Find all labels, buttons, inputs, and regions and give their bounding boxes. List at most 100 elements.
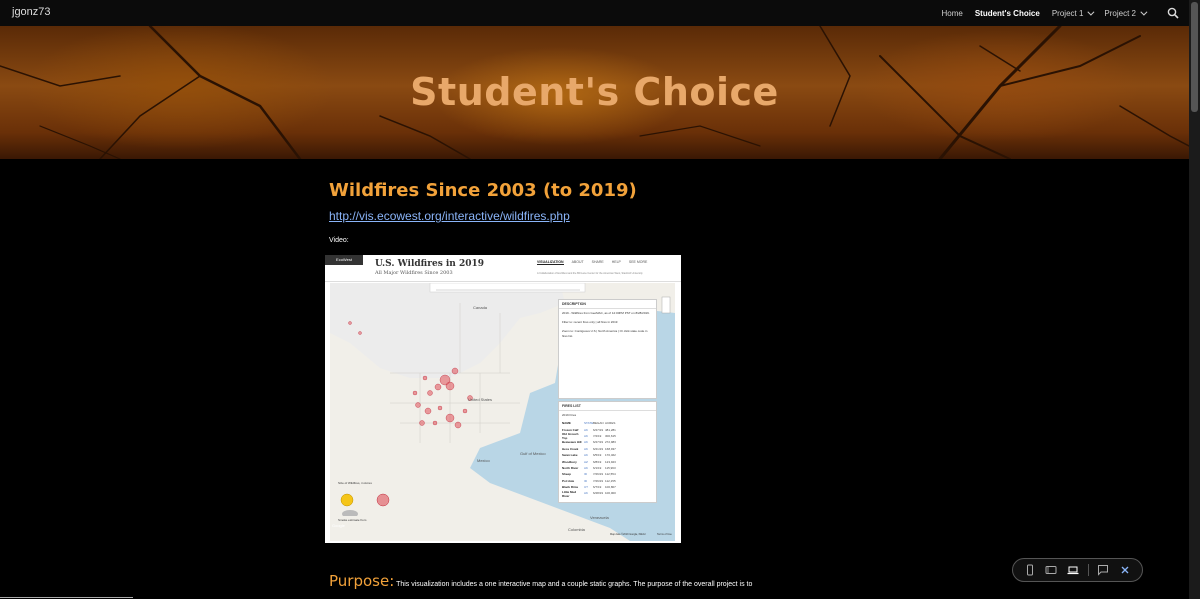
nav-item-home[interactable]: Home <box>935 9 968 18</box>
fire-state: AK <box>584 446 589 451</box>
purpose-label: Purpose: <box>329 572 395 590</box>
fire-acres: 115,963 <box>605 465 616 470</box>
fire-began: 7/26/19 <box>593 478 604 483</box>
video-title: U.S. Wildfires in 2019 <box>375 259 485 269</box>
purpose-text: This visualization includes a one intera… <box>394 581 753 588</box>
comment-icon[interactable] <box>1096 563 1110 577</box>
chevron-down-icon[interactable] <box>1140 8 1148 16</box>
fire-state: AK <box>584 427 589 432</box>
nav-item-label: Student's Choice <box>974 8 1040 18</box>
page-scrollbar[interactable] <box>1189 0 1200 599</box>
column-header-state: STATE <box>584 421 594 426</box>
laptop-icon[interactable] <box>1066 563 1080 577</box>
terms-link[interactable]: Terms of Use <box>657 533 672 536</box>
fire-name: Black Rims <box>562 485 579 490</box>
fires-list-header: 2019 Fires <box>562 413 577 417</box>
source-link[interactable]: http://vis.ecowest.org/interactive/wildf… <box>329 209 769 223</box>
fire-name: Woodbury <box>562 459 577 464</box>
fire-acres: 100,807 <box>605 485 616 490</box>
fires-table-body: Frozen Calf AK 6/27/19 481,281 Old Grouch To… <box>559 426 656 498</box>
fire-acres: 112,554 <box>605 472 616 477</box>
page-title: Student's Choice <box>410 70 779 114</box>
fire-acres: 123,923 <box>605 459 616 464</box>
fire-name: Frozen Calf <box>562 427 579 432</box>
zoom-text[interactable]: Zoom to: Contiguous U.S | North America … <box>559 327 656 341</box>
fire-name: Little Mud River <box>562 489 577 498</box>
fire-began: 6/21/19 <box>593 446 604 451</box>
wildfire-map[interactable]: Canada United States Mexico Gulf of Mexi… <box>330 282 675 541</box>
fire-acres: 170,462 <box>605 453 616 458</box>
fire-state: ID <box>584 478 587 483</box>
preview-toolbar <box>1012 558 1143 582</box>
close-icon[interactable] <box>1118 563 1132 577</box>
fire-acres: 168,937 <box>605 446 616 451</box>
nav-item-project-1[interactable]: Project 1 <box>1046 8 1099 18</box>
fire-state: AK <box>584 491 589 496</box>
fire-name: Swan Lake <box>562 453 578 458</box>
map-label-venezuela: Venezuela <box>590 515 609 520</box>
fires-list-title: FIRES LIST <box>559 402 656 411</box>
map-label-gulf-of-mexico: Gulf of Mexico <box>520 451 546 456</box>
map-legend: Size of Wildfires, in Acres Smoke estima… <box>338 481 408 523</box>
video-header: EcoWest U.S. Wildfires in 2019 All Major… <box>325 255 681 282</box>
nav-item-students-choice[interactable]: Student's Choice <box>969 9 1046 18</box>
fire-acres: 272,983 <box>605 440 616 445</box>
tab-help[interactable]: HELP <box>612 260 621 265</box>
map-label-united-states: United States <box>468 397 493 402</box>
search-icon[interactable] <box>1167 7 1179 19</box>
fire-state: AZ <box>584 459 588 464</box>
nav-menu: Home Student's Choice Project 1 Project … <box>935 0 1151 26</box>
scroll-thumb[interactable] <box>1191 2 1198 112</box>
fire-acres: 100,000 <box>605 491 616 496</box>
video-tabs: VISUALIZATION ABOUT SHARE HELP SEE MORE <box>537 260 647 265</box>
nav-item-label: Home <box>941 8 963 18</box>
fire-name: Old Grouch Top <box>562 431 579 440</box>
fire-began: 6/1/19 <box>593 465 602 470</box>
video-label: Video: <box>329 237 349 244</box>
map-footer: Map data ©2019 Google, INEGI <box>610 533 646 536</box>
section-heading: Wildfires Since 2003 (to 2019) <box>329 180 637 201</box>
chevron-down-icon[interactable] <box>1087 8 1095 16</box>
fire-state: AK <box>584 453 589 458</box>
filter-text[interactable]: Filter to: recent fires only | all fires… <box>559 318 656 327</box>
legend-note: Smoke estimate from <box>338 518 367 522</box>
fire-acres: 300,615 <box>605 433 616 438</box>
tab-share[interactable]: SHARE <box>592 260 604 265</box>
fire-name: Sheep <box>562 472 572 477</box>
top-nav: jgonz73 Home Student's Choice Project 1 … <box>0 0 1189 26</box>
tab-about[interactable]: ABOUT <box>572 260 584 265</box>
map-label-colombia: Colombia <box>568 527 585 532</box>
ecowest-logo: EcoWest <box>325 255 363 265</box>
fire-began: 6/27/19 <box>593 427 604 432</box>
description-panel: DESCRIPTION 2019 - Wildfires from GeoMAC… <box>558 299 657 399</box>
phone-icon[interactable] <box>1023 563 1037 577</box>
fire-began: 6/7/19 <box>593 485 602 490</box>
table-row[interactable]: Little Mud River AK 6/28/19 100,000 <box>559 489 656 498</box>
map-label-canada: Canada <box>473 305 488 310</box>
nav-item-project-2[interactable]: Project 2 <box>1098 8 1151 18</box>
tab-see-more[interactable]: SEE MORE <box>629 260 647 265</box>
map-label-mexico: Mexico <box>477 458 490 463</box>
fire-name: Beaveaux Hill <box>562 440 582 445</box>
video-subtitle: All Major Wildfires Since 2003 <box>375 270 453 276</box>
fire-state: UT <box>584 485 588 490</box>
legend-circles-graphic <box>340 493 390 518</box>
nav-item-label: Project 1 <box>1051 8 1084 18</box>
purpose-paragraph: Purpose: This visualization includes a o… <box>329 572 769 591</box>
fire-began: 6/5/19 <box>593 453 602 458</box>
fire-acres: 112,155 <box>605 478 616 483</box>
fire-state: AK <box>584 440 589 445</box>
tab-visualization[interactable]: VISUALIZATION <box>537 260 564 265</box>
column-header-began: BEGAN <box>593 421 604 426</box>
embedded-video[interactable]: EcoWest U.S. Wildfires in 2019 All Major… <box>325 255 681 543</box>
fire-began: 7/2/19 <box>593 433 602 438</box>
nav-item-label: Project 2 <box>1104 8 1136 18</box>
fire-began: 6/27/19 <box>593 440 604 445</box>
fire-began: 6/28/19 <box>593 491 604 496</box>
hero-banner: Student's Choice <box>0 26 1189 159</box>
fire-state: AK <box>584 465 589 470</box>
fire-state: ID <box>584 472 587 477</box>
site-name-link[interactable]: jgonz73 <box>12 6 51 18</box>
description-text: 2019 - Wildfires from GeoMAC, as of 12:0… <box>562 311 650 315</box>
tablet-icon[interactable] <box>1044 563 1058 577</box>
